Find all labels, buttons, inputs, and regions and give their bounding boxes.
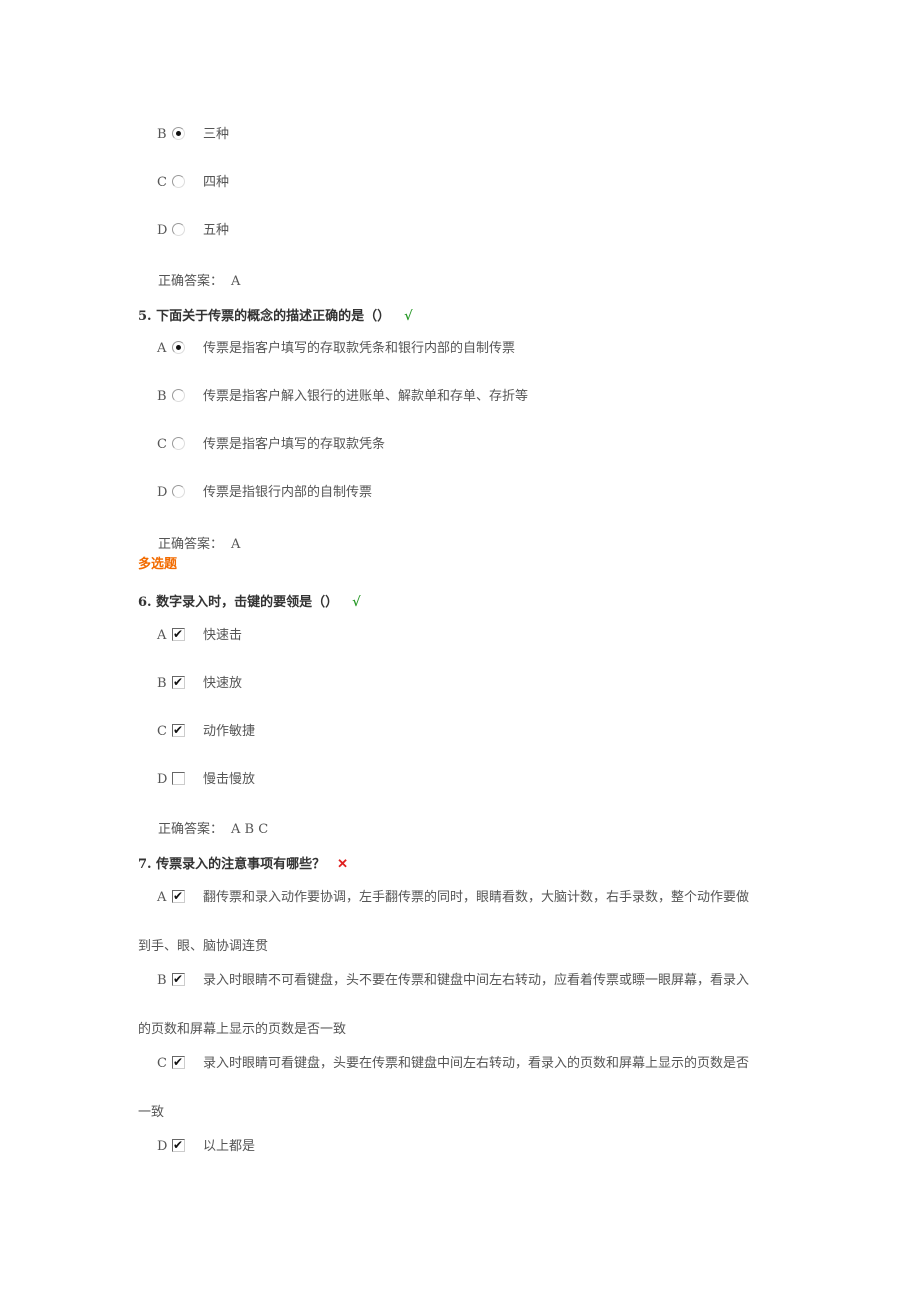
- correct-answer: 正确答案： A: [158, 274, 240, 290]
- option-letter: C: [157, 1056, 167, 1071]
- radio-button[interactable]: [172, 223, 185, 236]
- question-text: 6. 数字录入时，击键的要领是（）: [138, 595, 339, 610]
- option-letter: D: [157, 223, 168, 238]
- option-text: 录入时眼睛不可看键盘，头不要在传票和键盘中间左右转动，应看着传票或瞟一眼屏幕，看…: [203, 973, 750, 988]
- answer-label: 正确答案：: [158, 274, 224, 289]
- radio-button[interactable]: [172, 127, 185, 140]
- option-letter: C: [157, 724, 167, 739]
- option-letter: D: [157, 485, 168, 500]
- question-text: 5. 下面关于传票的概念的描述正确的是（）: [138, 309, 391, 324]
- option-text: 四种: [203, 175, 230, 190]
- option-text: 动作敏捷: [203, 724, 256, 739]
- option-letter: B: [157, 676, 167, 691]
- option-text: 录入时眼睛可看键盘，头要在传票和键盘中间左右转动，看录入的页数和屏幕上显示的页数…: [203, 1056, 750, 1071]
- option-text: 五种: [203, 223, 230, 238]
- option-text: 传票是指客户填写的存取款凭条和银行内部的自制传票: [203, 341, 516, 356]
- option-letter: B: [157, 973, 167, 988]
- option-text: 传票是指客户填写的存取款凭条: [203, 437, 386, 452]
- question-title: 7. 传票录入的注意事项有哪些？ ✕: [138, 857, 348, 873]
- answer-label: 正确答案：: [158, 822, 224, 837]
- section-heading-multi: 多选题: [138, 557, 178, 572]
- answer-value: A B C: [231, 822, 269, 837]
- option-text: 慢击慢放: [203, 772, 256, 787]
- answer-value: A: [231, 537, 241, 552]
- option-letter: A: [157, 628, 167, 643]
- option-text: 以上都是: [203, 1139, 256, 1154]
- option-text-continued: 一致: [138, 1105, 165, 1120]
- checkbox[interactable]: [172, 888, 185, 904]
- option-letter: C: [157, 175, 167, 190]
- cross-mark-icon: ✕: [337, 857, 349, 872]
- option-letter: C: [157, 437, 167, 452]
- correct-answer: 正确答案： A B C: [158, 822, 268, 838]
- check-mark-icon: √: [404, 309, 413, 324]
- checkbox[interactable]: [172, 626, 185, 642]
- question-text: 7. 传票录入的注意事项有哪些？: [138, 857, 326, 872]
- radio-button[interactable]: [172, 175, 185, 188]
- correct-answer: 正确答案： A: [158, 537, 240, 553]
- radio-button[interactable]: [172, 437, 185, 450]
- option-text: 传票是指银行内部的自制传票: [203, 485, 373, 500]
- option-text-continued: 的页数和屏幕上显示的页数是否一致: [138, 1022, 347, 1037]
- option-text: 翻传票和录入动作要协调，左手翻传票的同时，眼睛看数，大脑计数，右手录数，整个动作…: [203, 890, 750, 905]
- option-letter: B: [157, 127, 167, 142]
- option-text: 快速放: [203, 676, 243, 691]
- answer-label: 正确答案：: [158, 537, 224, 552]
- checkbox[interactable]: [172, 674, 185, 690]
- option-letter: A: [157, 890, 167, 905]
- option-text: 快速击: [203, 628, 243, 643]
- checkbox[interactable]: [172, 971, 185, 987]
- option-text: 传票是指客户解入银行的进账单、解款单和存单、存折等: [203, 389, 529, 404]
- checkbox[interactable]: [172, 772, 185, 785]
- radio-button[interactable]: [172, 341, 185, 354]
- option-letter: A: [157, 341, 167, 356]
- checkbox[interactable]: [172, 1137, 185, 1153]
- check-mark-icon: √: [352, 595, 361, 610]
- answer-value: A: [231, 274, 241, 289]
- radio-button[interactable]: [172, 485, 185, 498]
- question-title: 5. 下面关于传票的概念的描述正确的是（） √: [138, 309, 413, 325]
- option-text: 三种: [203, 127, 230, 142]
- option-letter: B: [157, 389, 167, 404]
- question-title: 6. 数字录入时，击键的要领是（） √: [138, 595, 361, 611]
- option-letter: D: [157, 772, 168, 787]
- option-letter: D: [157, 1139, 168, 1154]
- option-text-continued: 到手、眼、脑协调连贯: [138, 939, 269, 954]
- checkbox[interactable]: [172, 722, 185, 738]
- checkbox[interactable]: [172, 1054, 185, 1070]
- radio-button[interactable]: [172, 389, 185, 402]
